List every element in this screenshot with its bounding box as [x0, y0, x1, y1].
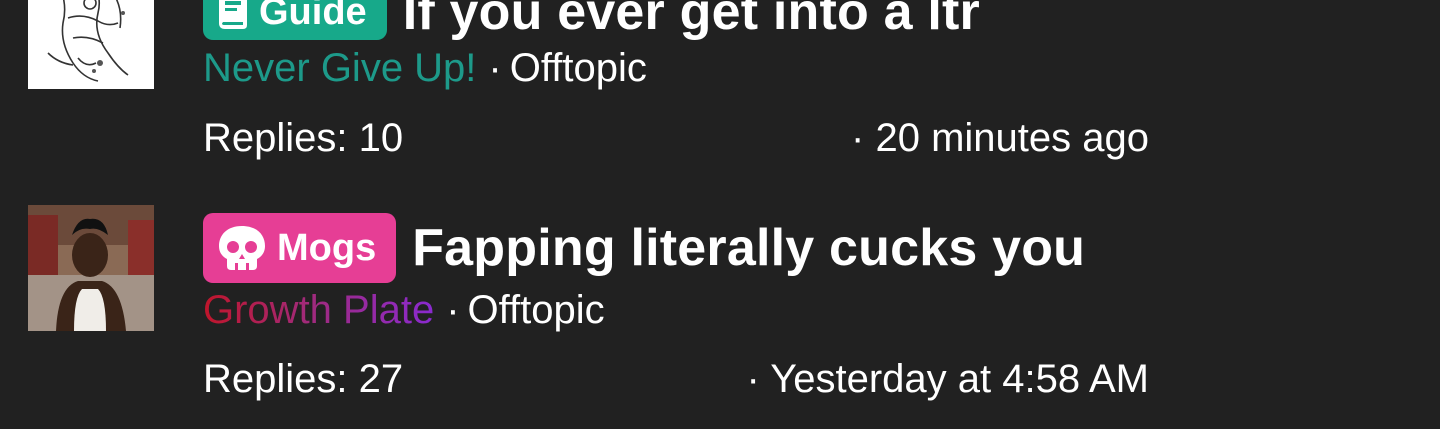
last-post-date[interactable]: · Yesterday at 4:58 AM: [747, 357, 1149, 402]
forum-link[interactable]: Offtopic: [468, 288, 605, 332]
forum-link[interactable]: Offtopic: [510, 46, 647, 90]
avatar[interactable]: [28, 0, 154, 89]
author-link[interactable]: Growth Plate: [203, 288, 434, 332]
meta-separator: ·: [446, 288, 460, 332]
prefix-label: Guide: [259, 0, 367, 33]
book-icon: [219, 0, 247, 29]
skull-icon: [219, 226, 265, 270]
author-link[interactable]: Never Give Up!: [203, 46, 476, 90]
prefix-label: Mogs: [277, 226, 377, 269]
prefix-badge-mogs[interactable]: Mogs: [203, 213, 397, 283]
replies-count: Replies: 10: [203, 116, 404, 160]
thread-title[interactable]: If you ever get into a ltr: [403, 0, 980, 42]
meta-separator: ·: [488, 46, 502, 90]
replies-count: Replies: 27: [203, 357, 404, 401]
prefix-badge-guide[interactable]: Guide: [203, 0, 387, 40]
thread-title[interactable]: Fapping literally cucks you: [412, 218, 1085, 278]
avatar[interactable]: [28, 205, 154, 331]
last-post-date[interactable]: · 20 minutes ago: [851, 116, 1149, 161]
